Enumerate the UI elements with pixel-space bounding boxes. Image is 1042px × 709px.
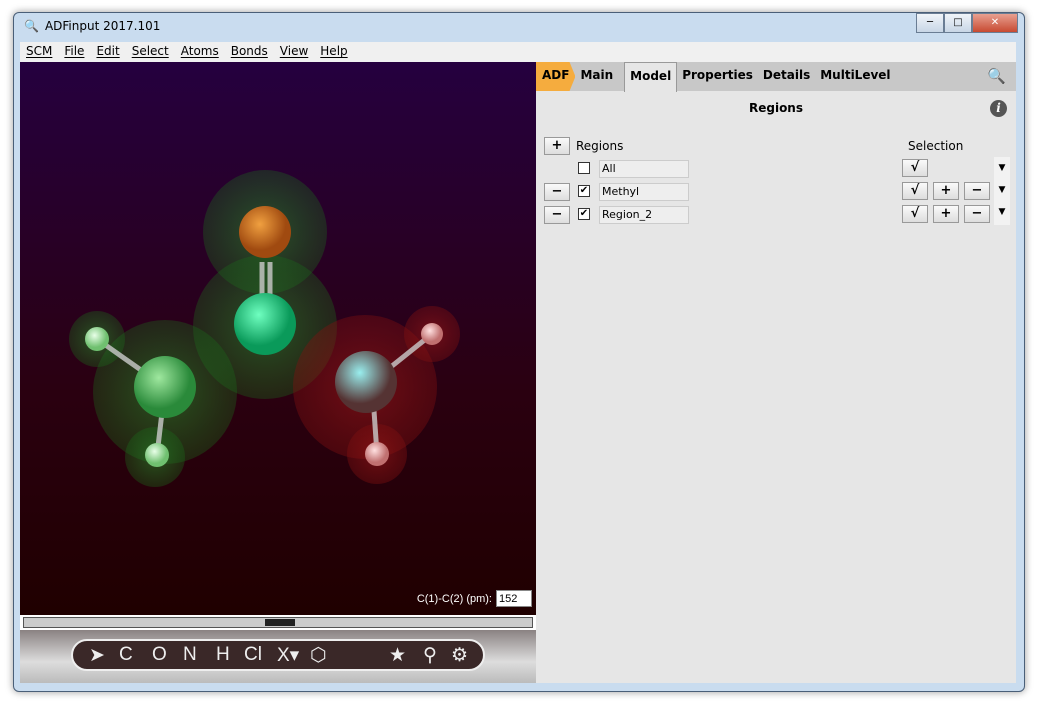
star-icon[interactable]: ★: [389, 644, 406, 667]
atom-oxygen[interactable]: [239, 206, 291, 258]
scrollbar-thumb[interactable]: [265, 619, 295, 626]
menu-view[interactable]: View: [274, 42, 314, 62]
close-button[interactable]: ✕: [972, 13, 1018, 33]
bond-length-input[interactable]: [496, 590, 532, 607]
add-to-region-button[interactable]: +: [933, 205, 959, 223]
tab-details[interactable]: Details: [758, 62, 815, 91]
region-dropdowns: ▼ ▼ ▼: [994, 157, 1010, 225]
select-region-button[interactable]: √: [902, 182, 928, 200]
tool-nitrogen[interactable]: N: [183, 644, 197, 666]
select-region-button[interactable]: √: [902, 205, 928, 223]
region-checkbox[interactable]: ✔: [578, 185, 590, 197]
region-methyl-spheres: [69, 170, 337, 487]
gear-icon[interactable]: ⚙: [451, 644, 468, 667]
region-name-field[interactable]: Region_2: [599, 206, 689, 224]
title-bar: 🔍 ADFinput 2017.101: [24, 19, 160, 33]
ring-icon[interactable]: ⬡: [310, 644, 327, 667]
panel-title: Regions: [748, 101, 803, 115]
selection-header: Selection: [908, 139, 964, 153]
tool-chlorine[interactable]: Cl: [244, 644, 262, 666]
select-pointer-icon[interactable]: ➤: [89, 644, 105, 667]
menu-edit[interactable]: Edit: [90, 42, 125, 62]
menu-select[interactable]: Select: [126, 42, 175, 62]
menu-bar: SCM File Edit Select Atoms Bonds View He…: [20, 42, 1016, 62]
atom-hydrogen[interactable]: [85, 327, 109, 351]
tab-adf[interactable]: ADF: [536, 62, 576, 91]
remove-region-button[interactable]: −: [544, 183, 570, 201]
atom-hydrogen[interactable]: [365, 442, 389, 466]
menu-file[interactable]: File: [58, 42, 90, 62]
add-region-button[interactable]: +: [544, 137, 570, 155]
properties-panel: ADF Main Model Properties Details MultiL…: [536, 61, 1016, 683]
tool-carbon[interactable]: C: [119, 644, 133, 666]
app-icon: 🔍: [24, 19, 39, 33]
tab-multilevel[interactable]: MultiLevel: [815, 62, 895, 91]
window-title: ADFinput 2017.101: [44, 19, 161, 33]
region-name-field[interactable]: All: [599, 160, 689, 178]
atom-carbon[interactable]: [234, 293, 296, 355]
molecule-canvas[interactable]: [20, 62, 536, 615]
atom-nitrogen[interactable]: [335, 351, 397, 413]
dropdown-arrow-icon[interactable]: ▼: [994, 207, 1010, 217]
pin-icon[interactable]: ⚲: [423, 644, 437, 667]
menu-scm[interactable]: SCM: [20, 42, 58, 62]
maximize-button[interactable]: □: [944, 13, 972, 33]
info-icon[interactable]: i: [990, 100, 1007, 117]
region-all-checkbox[interactable]: [578, 162, 590, 174]
toolbar-area: ➤ C O N H Cl X▾ ⬡ ★ ⚲ ⚙: [20, 630, 536, 683]
select-region-button[interactable]: √: [902, 159, 928, 177]
remove-region-button[interactable]: −: [544, 206, 570, 224]
tab-model[interactable]: Model: [624, 61, 678, 92]
horizontal-scrollbar[interactable]: [20, 615, 536, 630]
molecule-viewer[interactable]: C(1)-C(2) (pm):: [20, 62, 536, 615]
search-icon[interactable]: 🔍: [987, 67, 1006, 85]
tool-hydrogen[interactable]: H: [216, 644, 230, 666]
atom-carbon[interactable]: [134, 356, 196, 418]
bond-length-readout: C(1)-C(2) (pm):: [417, 590, 532, 607]
remove-from-region-button[interactable]: −: [964, 182, 990, 200]
atom-hydrogen[interactable]: [421, 323, 443, 345]
regions-header: Regions: [576, 139, 624, 153]
tab-bar: ADF Main Model Properties Details MultiL…: [536, 61, 1016, 92]
dropdown-arrow-icon[interactable]: ▼: [994, 185, 1010, 195]
region-checkbox[interactable]: ✔: [578, 208, 590, 220]
menu-atoms[interactable]: Atoms: [175, 42, 225, 62]
add-to-region-button[interactable]: +: [933, 182, 959, 200]
tool-oxygen[interactable]: O: [152, 644, 167, 666]
menu-bonds[interactable]: Bonds: [225, 42, 274, 62]
region-name-field[interactable]: Methyl: [599, 183, 689, 201]
tab-properties[interactable]: Properties: [677, 62, 758, 91]
atom-toolbar: ➤ C O N H Cl X▾ ⬡ ★ ⚲ ⚙: [71, 639, 485, 671]
minimize-button[interactable]: ─: [916, 13, 944, 33]
menu-help[interactable]: Help: [314, 42, 353, 62]
remove-from-region-button[interactable]: −: [964, 205, 990, 223]
tab-main[interactable]: Main: [575, 62, 618, 91]
atom-hydrogen[interactable]: [145, 443, 169, 467]
dropdown-arrow-icon[interactable]: ▼: [994, 163, 1010, 173]
bond-length-label: C(1)-C(2) (pm):: [416, 592, 492, 605]
tool-other-element[interactable]: X▾: [277, 644, 299, 667]
